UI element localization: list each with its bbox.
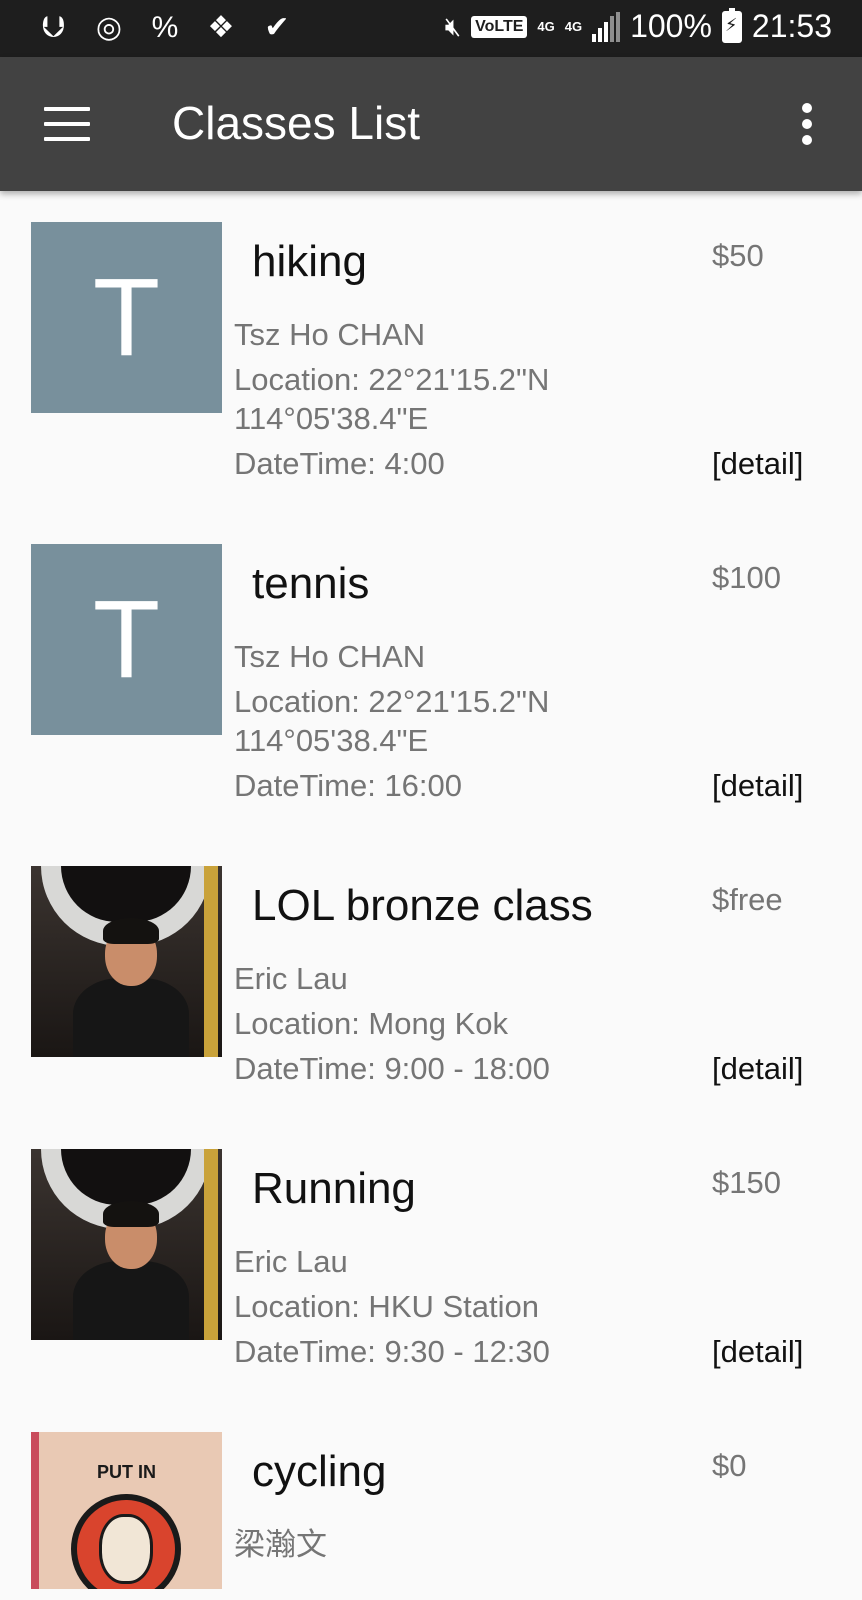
class-list-item[interactable]: Running $150 Eric Lau Location: HKU Stat… [0,1118,862,1401]
class-location-cont: 114°05'38.4"E [234,723,429,758]
class-list-item[interactable]: T hiking $50 Tsz Ho CHAN Location: 22°21… [0,191,862,513]
class-location-cont: 114°05'38.4"E [234,401,429,436]
class-list-item[interactable]: PUT IN cycling $0 梁瀚文 [0,1401,862,1589]
battery-icon [721,7,742,43]
signal-icon [592,11,621,42]
incognito-icon: ◎ [95,11,123,44]
class-datetime: DateTime: 9:00 - 18:00 [234,1051,550,1086]
class-location: Location: 22°21'15.2"N [234,684,550,719]
battery-percent: 100% [630,8,712,44]
class-title: tennis [252,559,370,608]
class-list-item[interactable]: T tennis $100 Tsz Ho CHAN Location: 22°2… [0,513,862,835]
instructor-photo [31,866,222,1057]
notification-icons: ⮋ ◎ % ❖ ✔ [36,10,294,46]
class-instructor: 梁瀚文 [234,1527,327,1562]
class-avatar: T [31,222,222,413]
app-bar: Classes List [0,57,862,191]
class-title: LOL bronze class [252,881,593,930]
class-title: hiking [252,237,367,286]
system-icons: 🔇︎ VoLTE 4G 4G 100% 21:53 [444,7,832,45]
class-price: $100 [712,560,781,595]
class-price: $50 [712,238,764,273]
clock: 21:53 [751,8,832,44]
class-location: Location: Mong Kok [234,1006,509,1041]
class-instructor: Eric Lau [234,1244,348,1279]
usb-icon: ⮋ [41,11,65,44]
network-type-badge: 4G [537,18,555,34]
detail-link[interactable]: [detail] [712,1332,803,1372]
class-datetime: DateTime: 4:00 [234,446,445,481]
class-title: Running [252,1164,416,1213]
check-app-icon: ✔ [264,11,290,44]
network-type-small-badge: 4G [564,18,583,34]
class-avatar: T [31,544,222,735]
class-list-item[interactable]: LOL bronze class $free Eric Lau Location… [0,835,862,1118]
detail-link[interactable]: [detail] [712,766,803,806]
mute-icon: 🔇︎ [444,10,462,41]
volte-badge: VoLTE [471,15,528,38]
page-title: Classes List [172,97,420,149]
class-instructor: Tsz Ho CHAN [234,317,426,352]
class-instructor: Eric Lau [234,961,348,996]
class-datetime: DateTime: 16:00 [234,768,463,803]
class-price: $0 [712,1448,747,1483]
class-price: $free [712,882,783,917]
more-vert-icon[interactable] [800,103,814,147]
class-location: Location: HKU Station [234,1289,540,1324]
instructor-photo [31,1149,222,1340]
detail-link[interactable]: [detail] [712,444,803,484]
percent-icon: % [151,11,179,44]
debug-icon: ❖ [207,11,235,44]
class-location: Location: 22°21'15.2"N [234,362,550,397]
class-price: $150 [712,1165,781,1200]
class-image: PUT IN [31,1432,222,1589]
hamburger-menu-icon[interactable] [44,107,90,141]
class-instructor: Tsz Ho CHAN [234,639,426,674]
class-title: cycling [252,1447,387,1496]
classes-list[interactable]: T hiking $50 Tsz Ho CHAN Location: 22°21… [0,191,862,1589]
status-bar: ⮋ ◎ % ❖ ✔ 🔇︎ VoLTE 4G 4G 100% 21:53 [0,0,862,57]
class-datetime: DateTime: 9:30 - 12:30 [234,1334,550,1369]
detail-link[interactable]: [detail] [712,1049,803,1089]
